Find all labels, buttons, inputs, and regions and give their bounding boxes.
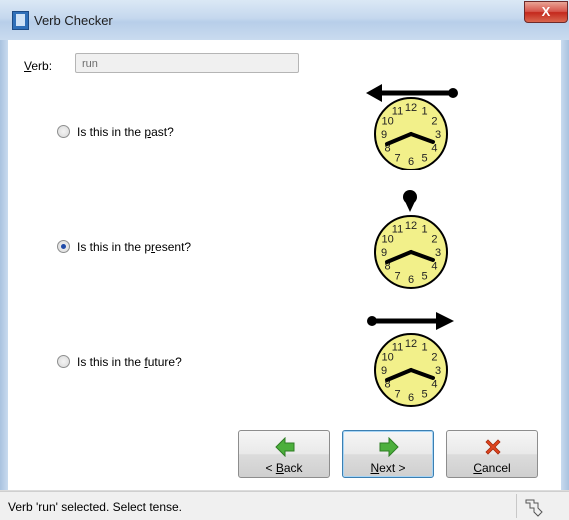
verb-checker-window: Verb Checker X Verb: run Is this in the …	[0, 0, 569, 520]
future-arrow-head	[436, 312, 454, 330]
clock-number: 3	[435, 365, 441, 377]
clock-number: 9	[381, 247, 387, 259]
clock-number: 12	[405, 102, 417, 114]
back-button-label: < Back	[265, 461, 303, 475]
clock-number: 7	[394, 270, 400, 282]
clock-number: 7	[394, 388, 400, 400]
clock-number: 6	[408, 392, 414, 404]
verb-input[interactable]: run	[75, 53, 299, 73]
window-frame-right	[561, 40, 569, 519]
clock-number: 9	[381, 129, 387, 141]
radio-past-label[interactable]: Is this in the past?	[77, 125, 174, 139]
clock-number: 7	[394, 152, 400, 164]
back-button[interactable]: < Back	[238, 430, 330, 478]
clock-number: 2	[431, 352, 437, 364]
status-text: Verb 'run' selected. Select tense.	[8, 500, 183, 514]
clock-number: 1	[421, 106, 427, 118]
clock-number: 1	[421, 342, 427, 354]
clock-number: 5	[421, 270, 427, 282]
app-icon	[12, 11, 29, 30]
clock-number: 5	[421, 152, 427, 164]
clock-number: 12	[405, 220, 417, 232]
cancel-button-label: Cancel	[473, 461, 511, 475]
title-bar: Verb Checker X	[0, 0, 569, 40]
clock-future-icon: 12 1234567891011	[367, 312, 454, 407]
present-arrow-dot	[403, 190, 417, 204]
clock-number: 2	[431, 116, 437, 128]
clock-present-icon: 12 1234567891011	[374, 190, 448, 289]
clock-number: 4	[431, 379, 437, 391]
radio-past[interactable]	[57, 125, 70, 138]
clock-number: 11	[392, 224, 403, 236]
next-button[interactable]: Next >	[342, 430, 434, 478]
close-button[interactable]: X	[524, 1, 568, 23]
past-arrow-dot	[448, 88, 458, 98]
resize-grip-icon[interactable]	[516, 494, 548, 518]
clock-number: 12	[405, 338, 417, 350]
status-bar: Verb 'run' selected. Select tense.	[0, 491, 569, 520]
verb-label: Verb:	[24, 59, 53, 73]
cancel-button[interactable]: Cancel	[446, 430, 538, 478]
clock-number: 11	[392, 342, 403, 354]
window-frame-left	[0, 40, 8, 519]
clock-number: 3	[435, 129, 441, 141]
clock-number: 2	[431, 234, 437, 246]
next-button-label: Next >	[370, 461, 406, 475]
clock-number: 6	[408, 274, 414, 286]
radio-present[interactable]	[57, 240, 70, 253]
radio-present-label[interactable]: Is this in the present?	[77, 240, 191, 254]
future-arrow-dot	[367, 316, 377, 326]
clock-number: 9	[381, 365, 387, 377]
dialog-client-area	[8, 40, 561, 490]
clock-number: 4	[431, 143, 437, 155]
arrow-right-icon	[379, 437, 399, 457]
clock-number: 3	[435, 247, 441, 259]
past-arrow-head	[366, 84, 382, 102]
clock-number: 1	[421, 224, 427, 236]
radio-selected-dot	[61, 244, 66, 249]
clock-number: 6	[408, 156, 414, 168]
window-title: Verb Checker	[34, 13, 113, 28]
clock-number: 5	[421, 388, 427, 400]
radio-future[interactable]	[57, 355, 70, 368]
radio-future-label[interactable]: Is this in the future?	[77, 355, 182, 369]
x-mark-icon	[485, 439, 501, 455]
arrow-left-icon	[275, 437, 295, 457]
clock-number: 4	[431, 261, 437, 273]
clock-past-icon: 12 1234567891011	[366, 84, 458, 170]
clock-number: 11	[392, 106, 403, 118]
